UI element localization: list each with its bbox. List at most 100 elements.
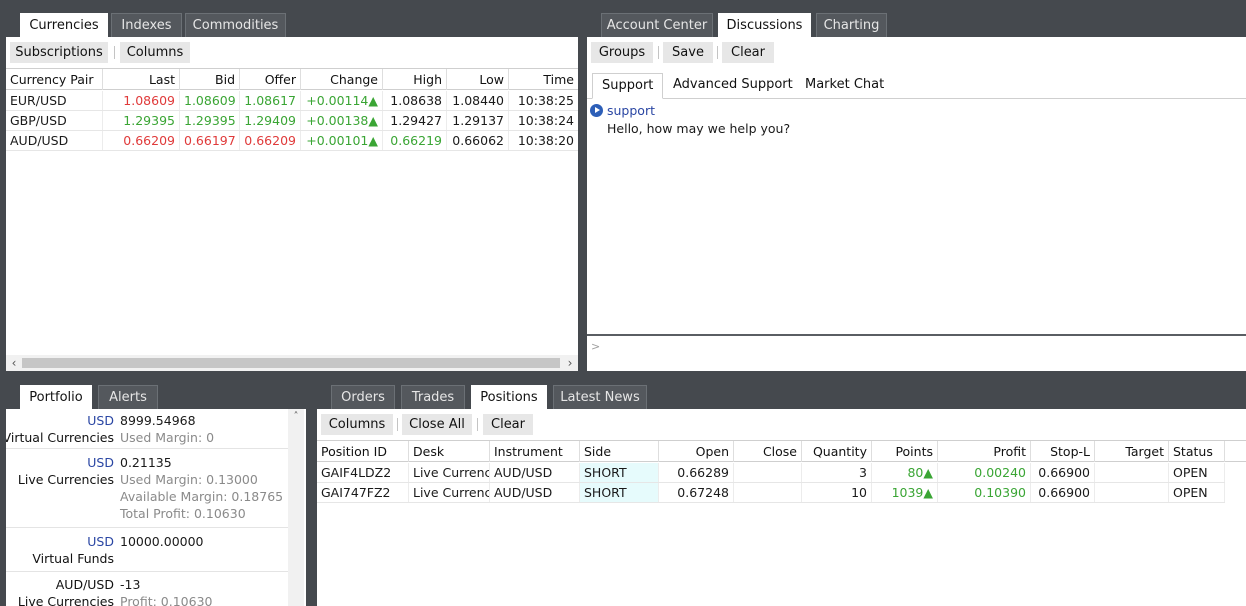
entry-detail: Total Profit: 0.10630 [120,506,246,521]
discussion-tabbar: Account Center Discussions Charting [587,13,1246,38]
subscriptions-button[interactable]: Subscriptions [10,42,108,63]
cell-low: 1.08440 [447,91,509,110]
col-offer[interactable]: Offer [240,69,301,90]
cell-points: 1039▲ [872,483,938,502]
tab-trades[interactable]: Trades [401,385,465,409]
positions-panel: Orders Trades Positions Latest News Colu… [317,385,1246,606]
col-open[interactable]: Open [659,441,734,462]
close-all-button[interactable]: Close All [402,414,472,435]
scroll-left-icon[interactable]: ‹ [6,355,22,371]
columns-button[interactable]: Columns [120,42,190,63]
message-text: Hello, how may we help you? [607,121,791,136]
col-quantity[interactable]: Quantity [802,441,872,462]
positions-tabbar: Orders Trades Positions Latest News [317,385,1246,410]
col-desk[interactable]: Desk [409,441,490,462]
scroll-right-icon[interactable]: › [562,355,578,371]
toolbar-separator [658,46,659,59]
col-status[interactable]: Status [1169,441,1225,462]
tab-discussions[interactable]: Discussions [718,13,811,38]
col-change[interactable]: Change [301,69,383,90]
portfolio-entry[interactable]: USD 10000.00000 Virtual Funds [6,528,290,572]
portfolio-entry[interactable]: AUD/USD -13 Live Currencies Profit: 0.10… [6,572,290,606]
tab-indexes[interactable]: Indexes [111,13,182,37]
col-stop-loss[interactable]: Stop-L [1031,441,1095,462]
subtab-support[interactable]: Support [592,73,664,99]
tab-charting[interactable]: Charting [816,13,887,37]
tab-commodities[interactable]: Commodities [185,13,286,37]
cell-change: +0.00138▲ [301,111,383,130]
currencies-toolbar: Subscriptions Columns [6,37,578,66]
table-row[interactable]: GAI747FZ2 Live Currencies AUD/USD SHORT … [317,483,1225,503]
vertical-scrollbar[interactable]: ˄ [288,409,304,606]
tab-latest-news[interactable]: Latest News [553,385,647,409]
clear-button[interactable]: Clear [722,42,774,63]
cell-pair: AUD/USD [6,131,103,150]
col-low[interactable]: Low [447,69,509,90]
positions-header: Position ID Desk Instrument Side Open Cl… [317,440,1246,462]
cell-profit: 0.00240 [938,463,1031,482]
save-button[interactable]: Save [663,42,713,63]
columns-button[interactable]: Columns [321,414,393,435]
subtab-market-chat[interactable]: Market Chat [796,73,893,97]
col-time[interactable]: Time [509,69,578,90]
tab-alerts[interactable]: Alerts [98,385,158,409]
message-sender: support [607,103,655,118]
chat-input[interactable]: > [587,334,1246,371]
portfolio-entry[interactable]: USD 8999.54968 Virtual Currencies Used M… [6,409,290,449]
col-high[interactable]: High [383,69,447,90]
tab-positions[interactable]: Positions [471,385,547,410]
col-instrument[interactable]: Instrument [490,441,580,462]
entry-label: Live Currencies [17,594,114,606]
col-profit[interactable]: Profit [938,441,1031,462]
cell-position-id: GAI747FZ2 [317,483,409,502]
portfolio-panel: Portfolio Alerts USD 8999.54968 Virtual … [6,385,306,606]
portfolio-entry[interactable]: USD 0.21135 Live Currencies Used Margin:… [6,449,290,528]
cell-time: 10:38:24 [517,113,574,128]
col-position-id[interactable]: Position ID [317,441,409,462]
col-bid[interactable]: Bid [180,69,240,90]
col-points[interactable]: Points [872,441,938,462]
currencies-content: Subscriptions Columns Currency Pair Last… [6,37,578,371]
table-row[interactable]: AUD/USD 0.66209 0.66197 0.66209 +0.00101… [6,131,578,151]
col-currency-pair[interactable]: Currency Pair [6,69,103,90]
cell-position-id: GAIF4LDZ2 [317,463,409,482]
entry-detail: Profit: 0.10630 [120,594,213,606]
chat-messages: support Hello, how may we help you? [587,100,1246,334]
cell-desk: Live Currencies [409,483,490,502]
col-last[interactable]: Last [103,69,180,90]
currencies-header: Currency Pair Last Bid Offer Change High… [6,68,578,90]
tab-orders[interactable]: Orders [331,385,395,409]
scroll-up-icon[interactable]: ˄ [288,409,304,425]
cell-high: 1.08638 [383,91,447,110]
entry-value: -13 [120,577,141,592]
tab-account-center[interactable]: Account Center [601,13,713,37]
col-target[interactable]: Target [1095,441,1169,462]
cell-change: +0.00101▲ [301,131,383,150]
entry-detail: Used Margin: 0 [120,430,215,445]
tab-portfolio[interactable]: Portfolio [20,385,92,410]
play-icon [590,104,603,117]
entry-label: Live Currencies [17,472,114,487]
col-side[interactable]: Side [580,441,659,462]
cell-instrument: AUD/USD [490,483,580,502]
table-row[interactable]: GAIF4LDZ2 Live Currencies AUD/USD SHORT … [317,463,1225,483]
scrollbar-thumb[interactable] [22,358,560,368]
portfolio-content: USD 8999.54968 Virtual Currencies Used M… [6,409,306,606]
table-row[interactable]: EUR/USD 1.08609 1.08609 1.08617 +0.00114… [6,91,578,111]
discussion-toolbar: Groups Save Clear [587,37,1246,66]
subtab-advanced-support[interactable]: Advanced Support [664,73,802,97]
entry-currency: USD [87,534,114,549]
cell-last: 1.29395 [103,111,180,130]
entry-value: 8999.54968 [120,413,196,428]
groups-button[interactable]: Groups [591,42,653,63]
entry-currency: AUD/USD [55,577,114,592]
col-close[interactable]: Close [734,441,802,462]
cell-offer: 1.08617 [240,91,301,110]
table-row[interactable]: GBP/USD 1.29395 1.29395 1.29409 +0.00138… [6,111,578,131]
tab-currencies[interactable]: Currencies [20,13,108,38]
input-prompt: > [591,340,601,353]
cell-target [1095,463,1169,482]
cell-bid: 1.08609 [180,91,240,110]
horizontal-scrollbar[interactable]: ‹ › [6,355,578,371]
clear-button[interactable]: Clear [483,414,533,435]
